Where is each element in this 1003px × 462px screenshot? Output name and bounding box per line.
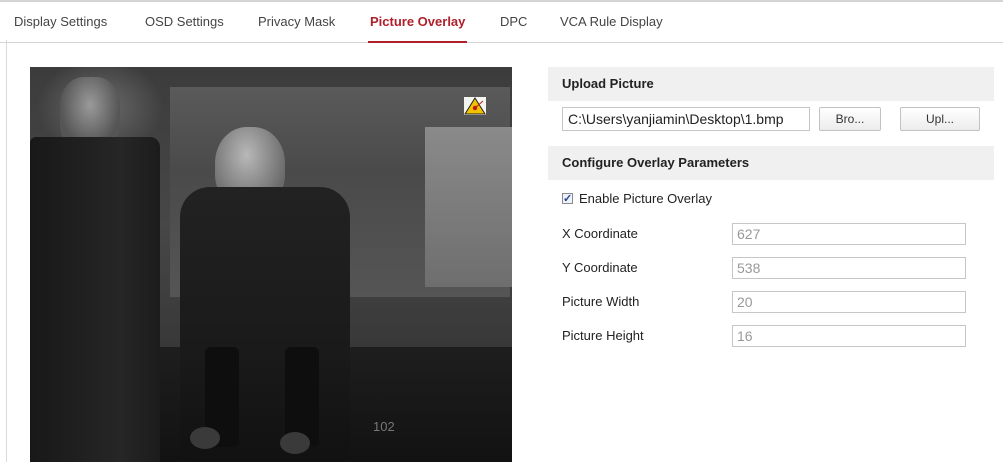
tab-vca-rule-display[interactable]: VCA Rule Display [560, 2, 663, 42]
tab-osd-settings[interactable]: OSD Settings [145, 2, 224, 42]
enable-overlay-row[interactable]: Enable Picture Overlay [562, 190, 712, 208]
enable-overlay-label: Enable Picture Overlay [579, 191, 712, 206]
picture-height-input[interactable] [732, 325, 966, 347]
video-shoe-right [280, 432, 310, 454]
upload-picture-header: Upload Picture [548, 67, 994, 101]
upload-button[interactable]: Upl... [900, 107, 980, 131]
y-coordinate-label: Y Coordinate [562, 260, 638, 275]
video-shoe-left [190, 427, 220, 449]
x-coordinate-label: X Coordinate [562, 226, 638, 241]
browse-button[interactable]: Bro... [819, 107, 881, 131]
picture-path-input[interactable] [562, 107, 810, 131]
tab-picture-overlay[interactable]: Picture Overlay [367, 2, 468, 43]
x-coordinate-input[interactable] [732, 223, 966, 245]
video-stamp-text: 102 [373, 419, 395, 434]
picture-width-input[interactable] [732, 291, 966, 313]
video-bright-panel [425, 127, 512, 287]
content-left-border [6, 40, 7, 462]
y-coordinate-input[interactable] [732, 257, 966, 279]
tab-privacy-mask[interactable]: Privacy Mask [258, 2, 335, 42]
enable-overlay-checkbox[interactable] [562, 190, 573, 208]
tab-bar: Display Settings OSD Settings Privacy Ma… [0, 2, 1003, 43]
video-chair [30, 137, 160, 462]
tab-dpc[interactable]: DPC [500, 2, 527, 42]
picture-height-label: Picture Height [562, 328, 644, 343]
live-video-view[interactable]: 102 [30, 67, 512, 462]
tab-display-settings[interactable]: Display Settings [14, 2, 107, 42]
configure-overlay-header: Configure Overlay Parameters [548, 146, 994, 180]
picture-width-label: Picture Width [562, 294, 640, 309]
warning-triangle-icon[interactable] [464, 97, 486, 115]
